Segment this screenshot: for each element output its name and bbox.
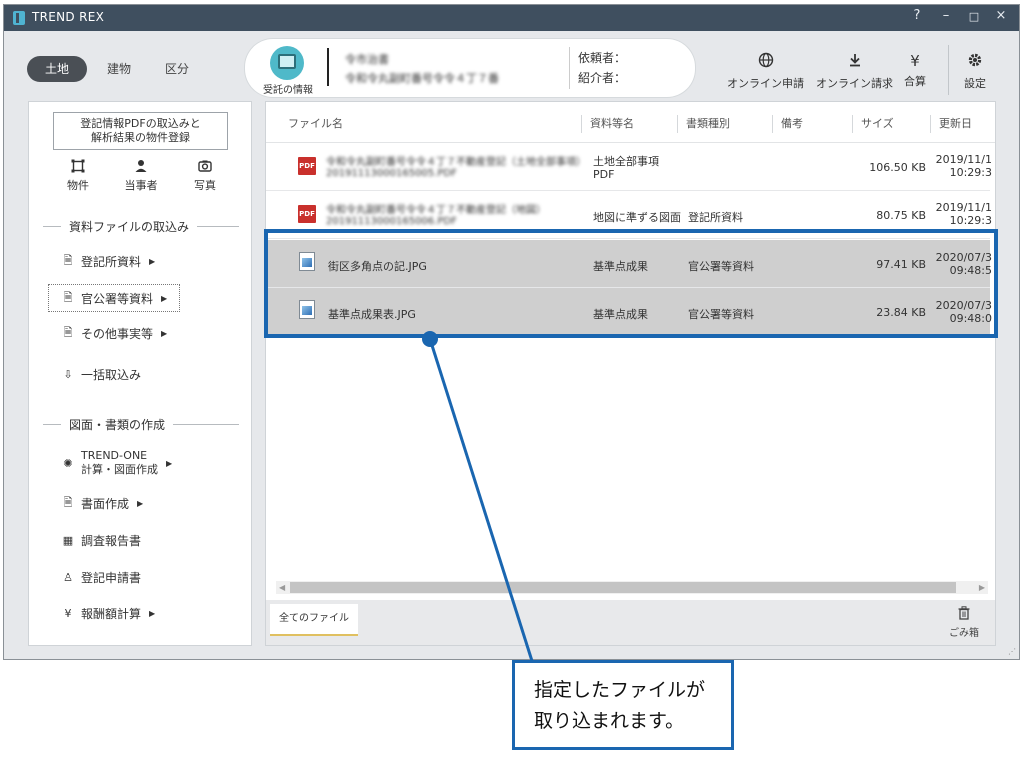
callout-text-line-1: 指定したファイルが: [534, 679, 706, 701]
callout-box: 指定したファイルが 取り込まれます。: [512, 660, 734, 750]
callout-connector: [422, 331, 534, 662]
callout-text-line-2: 取り込まれます。: [534, 710, 685, 732]
